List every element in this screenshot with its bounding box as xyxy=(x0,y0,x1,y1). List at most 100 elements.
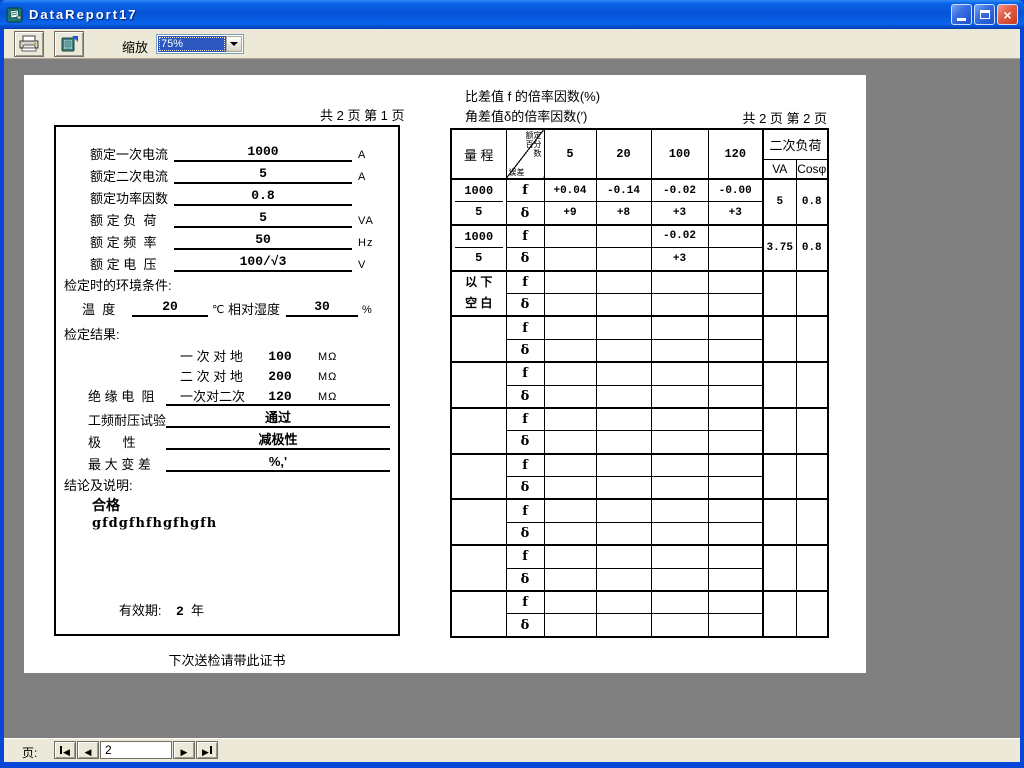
close-button[interactable]: × xyxy=(997,4,1018,25)
delta-value-cell xyxy=(708,339,763,362)
first-page-button[interactable] xyxy=(54,741,76,759)
zoom-dropdown-button[interactable] xyxy=(226,36,242,52)
range-cell xyxy=(451,499,506,545)
delta-value-cell xyxy=(596,431,651,454)
printer-icon xyxy=(18,35,40,53)
insulation-row-unit: MΩ xyxy=(310,370,337,384)
cos-cell: 0.8 xyxy=(796,225,828,271)
range-bottom: 5 xyxy=(452,202,506,223)
f-value-cell xyxy=(651,271,708,294)
load-header-cell: 二次负荷 xyxy=(763,129,828,159)
delta-label-cell: δ xyxy=(506,339,544,362)
page-number-input[interactable] xyxy=(100,741,172,759)
range-bottom xyxy=(452,614,506,635)
field-value: 50 xyxy=(174,232,352,250)
range-top xyxy=(452,501,506,522)
next-page-icon xyxy=(181,743,188,758)
page-navigation-bar: 页: xyxy=(4,737,1020,762)
f-value-cell xyxy=(708,408,763,431)
export-icon xyxy=(59,35,79,53)
page2-title-line1: 比差值 f 的倍率因数(%) xyxy=(465,86,600,105)
maximize-button[interactable] xyxy=(974,4,995,25)
footer-note: 下次送检请带此证书 xyxy=(56,650,398,669)
field-unit: A xyxy=(352,170,392,184)
range-cell: 10005 xyxy=(451,179,506,225)
env-conditions-title: 检定时的环境条件: xyxy=(64,278,398,293)
delta-value-cell xyxy=(708,385,763,408)
last-page-icon xyxy=(202,743,209,758)
delta-label-cell: δ xyxy=(506,477,544,500)
last-page-button[interactable] xyxy=(196,741,218,759)
table-row: f xyxy=(451,316,828,339)
field-value: 5 xyxy=(174,166,352,184)
cos-cell xyxy=(796,316,828,362)
field-unit: VA xyxy=(352,214,392,228)
cos-cell: 0.8 xyxy=(796,179,828,225)
delta-value-cell xyxy=(596,293,651,316)
delta-value-cell xyxy=(651,385,708,408)
conclusion-line1: 合格 xyxy=(92,497,398,513)
f-label-cell: f xyxy=(506,545,544,568)
delta-label-cell: δ xyxy=(506,385,544,408)
delta-value-cell xyxy=(651,614,708,637)
f-value-cell xyxy=(544,545,596,568)
humidity-value: 30 xyxy=(286,299,358,317)
range-top: 1000 xyxy=(455,227,503,248)
f-value-cell xyxy=(596,499,651,522)
range-top xyxy=(452,318,506,339)
diagonal-header-cell: 额定百分数误差 xyxy=(506,129,544,179)
previous-page-button[interactable] xyxy=(77,741,99,759)
table-row: f xyxy=(451,362,828,385)
field-label: 额定功率因数 xyxy=(90,191,174,206)
va-cell xyxy=(763,362,796,408)
delta-value-cell xyxy=(708,522,763,545)
temperature-label: 温 度 xyxy=(82,302,132,317)
rated-field-row: 额定功率因数0.8 xyxy=(90,184,392,206)
insulation-row-label: 二 次 对 地 xyxy=(166,369,250,384)
delta-value-cell xyxy=(708,477,763,500)
range-bottom xyxy=(452,431,506,452)
delta-value-cell xyxy=(544,614,596,637)
minimize-button[interactable] xyxy=(951,4,972,25)
f-value-cell xyxy=(708,499,763,522)
f-label-cell: f xyxy=(506,362,544,385)
delta-value-cell xyxy=(544,431,596,454)
range-cell xyxy=(451,591,506,637)
f-value-cell xyxy=(708,271,763,294)
f-value-cell xyxy=(596,545,651,568)
range-cell xyxy=(451,316,506,362)
print-button[interactable] xyxy=(14,31,44,57)
delta-value-cell xyxy=(596,614,651,637)
delta-value-cell xyxy=(544,477,596,500)
delta-value-cell xyxy=(544,293,596,316)
delta-value-cell xyxy=(708,248,763,271)
next-page-button[interactable] xyxy=(173,741,195,759)
cos-cell xyxy=(796,591,828,637)
table-row: 10005f-0.023.750.8 xyxy=(451,225,828,248)
percent-column-header: 100 xyxy=(651,129,708,179)
delta-label-cell: δ xyxy=(506,202,544,225)
delta-value-cell xyxy=(651,477,708,500)
delta-value-cell xyxy=(544,248,596,271)
range-cell xyxy=(451,362,506,408)
env-conditions-row: 温 度 20 ℃ 相对湿度 30 % xyxy=(82,295,390,317)
delta-value-cell xyxy=(544,385,596,408)
delta-value-cell xyxy=(651,522,708,545)
range-top xyxy=(452,410,506,431)
page2-title-line2: 角差值δ的倍率因数(′) xyxy=(465,106,587,125)
delta-value-cell xyxy=(708,431,763,454)
va-header-cell: VA xyxy=(763,159,796,179)
cos-header-cell: Cosφ xyxy=(796,159,828,179)
f-value-cell xyxy=(708,225,763,248)
field-label: 额定一次电流 xyxy=(90,147,174,162)
delta-value-cell: +8 xyxy=(596,202,651,225)
titlebar[interactable]: DataReport17 × xyxy=(0,0,1024,29)
zoom-combobox[interactable]: 75% xyxy=(156,34,244,54)
validity-unit: 年 xyxy=(191,603,204,618)
f-label-cell: f xyxy=(506,499,544,522)
f-value-cell: +0.04 xyxy=(544,179,596,202)
export-button[interactable] xyxy=(54,31,84,57)
range-cell: 以 下空 白 xyxy=(451,271,506,317)
va-cell: 3.75 xyxy=(763,225,796,271)
range-bottom xyxy=(452,568,506,589)
